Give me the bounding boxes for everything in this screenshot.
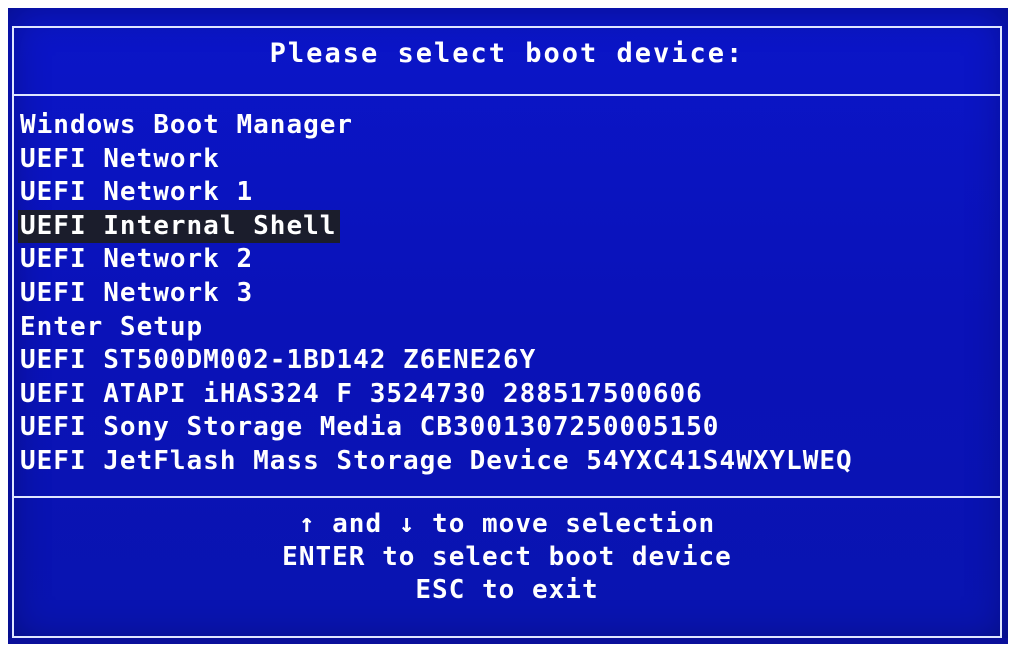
boot-item-uefi-atapi[interactable]: UEFI ATAPI iHAS324 F 3524730 28851750060… [18, 378, 978, 412]
boot-device-list: Windows Boot Manager UEFI Network UEFI N… [18, 109, 978, 479]
footer-divider [12, 496, 1002, 498]
boot-item-uefi-sony-storage[interactable]: UEFI Sony Storage Media CB30013072500051… [18, 411, 978, 445]
menu-title: Please select boot device: [269, 38, 745, 69]
boot-item-label: UEFI Network 1 [20, 177, 254, 208]
help-enter-select: ENTER to select boot device [282, 542, 732, 572]
boot-item-label: UEFI Network [20, 143, 220, 174]
boot-item-label: UEFI Sony Storage Media CB30013072500051… [20, 412, 720, 443]
boot-item-uefi-jetflash[interactable]: UEFI JetFlash Mass Storage Device 54YXC4… [18, 445, 978, 479]
boot-item-label: UEFI Network 2 [20, 244, 254, 275]
boot-item-enter-setup[interactable]: Enter Setup [18, 311, 978, 345]
title-divider [12, 94, 1002, 96]
boot-item-label: UEFI ST500DM002-1BD142 Z6ENE26Y [20, 345, 537, 376]
boot-item-label: UEFI Internal Shell [18, 209, 341, 244]
help-esc-exit: ESC to exit [415, 575, 599, 605]
boot-item-uefi-network-3[interactable]: UEFI Network 3 [18, 277, 978, 311]
screen-bottom-edge [8, 638, 1008, 644]
boot-item-uefi-hdd[interactable]: UEFI ST500DM002-1BD142 Z6ENE26Y [18, 344, 978, 378]
boot-item-uefi-network[interactable]: UEFI Network [18, 143, 978, 177]
boot-item-label: Windows Boot Manager [20, 110, 354, 140]
boot-item-label: UEFI JetFlash Mass Storage Device 54YXC4… [20, 445, 853, 476]
boot-item-uefi-internal-shell[interactable]: UEFI Internal Shell [18, 209, 978, 244]
boot-item-uefi-network-2[interactable]: UEFI Network 2 [18, 243, 978, 277]
help-move-selection: ↑ and ↓ to move selection [298, 509, 716, 539]
boot-item-uefi-network-1[interactable]: UEFI Network 1 [18, 176, 978, 210]
boot-item-windows-boot-manager[interactable]: Windows Boot Manager [18, 109, 978, 143]
bios-boot-menu-screen: Please select boot device: Windows Boot … [8, 8, 1008, 644]
boot-item-label: UEFI Network 3 [20, 277, 254, 308]
boot-item-label: UEFI ATAPI iHAS324 F 3524730 28851750060… [20, 378, 703, 409]
help-text-block: ↑ and ↓ to move selection ENTER to selec… [12, 508, 1002, 607]
boot-item-label: Enter Setup [20, 311, 204, 342]
